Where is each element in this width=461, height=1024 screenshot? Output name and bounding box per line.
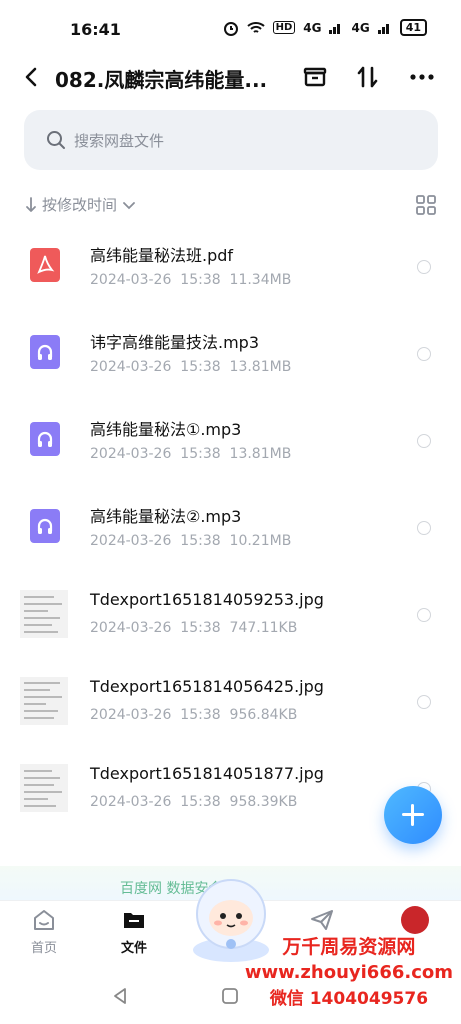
select-radio[interactable] (417, 521, 431, 535)
pdf-file-icon (30, 248, 60, 282)
more-icon[interactable] (407, 62, 437, 92)
file-name: 高纬能量秘法①.mp3 (90, 420, 242, 439)
grid-view-icon[interactable] (415, 194, 437, 216)
tab-label: 文件 (120, 941, 147, 956)
signal-icon (329, 23, 341, 34)
add-button[interactable] (384, 786, 442, 844)
image-thumbnail (20, 590, 68, 638)
sort-dropdown[interactable]: 按修改时间 (24, 194, 437, 215)
wifi-icon (246, 21, 265, 33)
audio-file-icon (30, 422, 60, 456)
list-item[interactable]: Tdexport1651814056425.jpg 2024-03-26 15:… (0, 659, 461, 746)
sort-label: 按修改时间 (42, 196, 118, 214)
audio-file-icon (30, 509, 60, 543)
nav-back-icon[interactable] (110, 986, 130, 1006)
list-item[interactable]: 讳字高维能量技法.mp3 2024-03-26 15:38 13.81MB (0, 311, 461, 398)
search-input[interactable]: 搜索网盘文件 (24, 110, 438, 170)
signal-4g-1: 4G (303, 20, 322, 35)
image-thumbnail (20, 764, 68, 812)
back-icon[interactable] (20, 62, 44, 92)
alarm-icon (223, 21, 238, 36)
header: 082.凤麟宗高纬能量... (0, 56, 461, 100)
select-radio[interactable] (417, 347, 431, 361)
list-item[interactable]: 高纬能量秘法①.mp3 2024-03-26 15:38 13.81MB (0, 398, 461, 485)
chevron-down-icon (123, 201, 135, 209)
list-item[interactable]: Tdexport1651814059253.jpg 2024-03-26 15:… (0, 572, 461, 659)
tab-share[interactable] (292, 907, 352, 937)
signal-4g-2: 4G (351, 20, 370, 35)
watermark-seal-icon (401, 906, 429, 934)
file-meta: 2024-03-26 15:38 10.21MB (90, 533, 292, 549)
file-meta: 2024-03-26 15:38 956.84KB (90, 707, 298, 723)
list-item[interactable]: 高纬能量秘法②.mp3 2024-03-26 15:38 10.21MB (0, 485, 461, 572)
send-icon (311, 910, 333, 930)
select-radio[interactable] (417, 695, 431, 709)
nav-home-icon[interactable] (220, 986, 240, 1006)
tab-label: 首页 (30, 941, 57, 956)
watermark-line-2: www.zhouyi666.com (244, 962, 453, 983)
file-meta: 2024-03-26 15:38 11.34MB (90, 272, 292, 288)
list-item[interactable]: 高纬能量秘法班.pdf 2024-03-26 15:38 11.34MB (0, 224, 461, 311)
select-radio[interactable] (417, 608, 431, 622)
file-meta: 2024-03-26 15:38 13.81MB (90, 359, 292, 375)
file-name: 高纬能量秘法②.mp3 (90, 507, 242, 526)
tab-files[interactable]: 文件 (104, 907, 164, 956)
battery-level: 41 (399, 19, 427, 36)
select-radio[interactable] (417, 434, 431, 448)
audio-file-icon (30, 335, 60, 369)
home-icon (34, 910, 54, 930)
watermark-line-1: 万千周易资源网 (282, 936, 416, 958)
search-icon (47, 131, 65, 149)
file-name: Tdexport1651814051877.jpg (90, 764, 324, 783)
image-thumbnail (20, 677, 68, 725)
select-radio[interactable] (417, 260, 431, 274)
watermark-line-3: 微信 1404049576 (269, 989, 429, 1009)
tab-home[interactable]: 首页 (14, 907, 74, 956)
status-time: 16:41 (70, 20, 121, 39)
signal-icon (377, 23, 389, 34)
file-meta: 2024-03-26 15:38 958.39KB (90, 794, 298, 810)
hd-indicator: HD (272, 21, 296, 34)
search-placeholder: 搜索网盘文件 (74, 132, 165, 150)
file-name: 讳字高维能量技法.mp3 (90, 333, 260, 352)
watermark: 万千周易资源网 www.zhouyi666.com 微信 1404049576 (245, 934, 453, 1012)
file-name: Tdexport1651814056425.jpg (90, 677, 324, 696)
file-name: 高纬能量秘法班.pdf (90, 246, 234, 265)
file-meta: 2024-03-26 15:38 747.11KB (90, 620, 298, 636)
archive-icon[interactable] (300, 62, 330, 92)
folder-icon (124, 913, 144, 928)
arrow-down-icon (26, 196, 36, 212)
status-icons: HD 4G 4G 41 (223, 19, 427, 36)
page-title: 082.凤麟宗高纬能量... (55, 68, 268, 92)
file-name: Tdexport1651814059253.jpg (90, 590, 324, 609)
status-bar: 16:41 HD 4G 4G 41 (0, 0, 461, 56)
sort-bar: 按修改时间 (24, 194, 437, 218)
file-meta: 2024-03-26 15:38 13.81MB (90, 446, 292, 462)
sort-arrows-icon[interactable] (353, 62, 383, 92)
